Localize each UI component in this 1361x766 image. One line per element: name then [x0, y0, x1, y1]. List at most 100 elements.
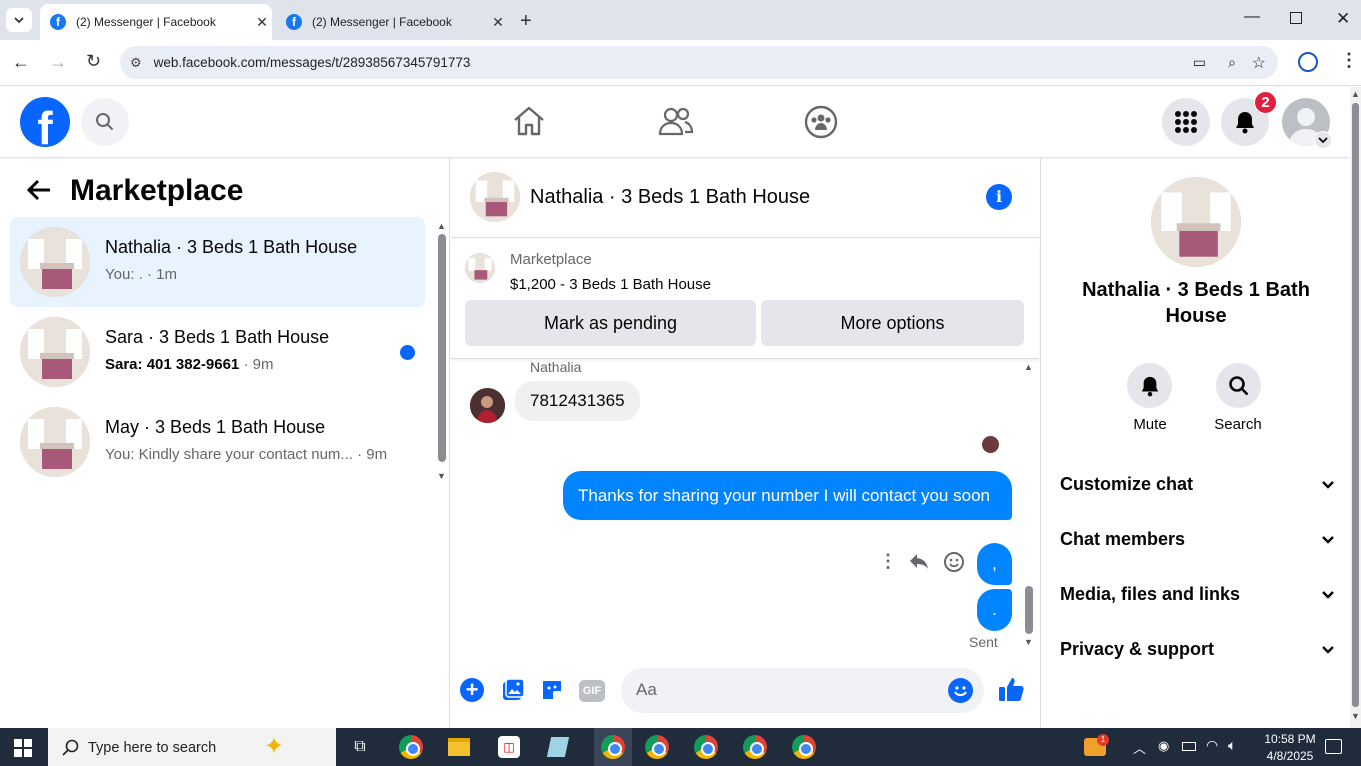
url-text[interactable]: web.facebook.com/messages/t/289385673457…	[154, 55, 471, 70]
notes-app-icon[interactable]	[544, 734, 572, 760]
chrome-taskbar-icon[interactable]	[643, 734, 671, 760]
sticker-icon[interactable]	[540, 678, 564, 702]
search-facebook-button[interactable]	[81, 98, 129, 146]
conversation-list-panel: Marketplace Nathalia · 3 Beds 1 Bath Hou…	[0, 158, 450, 728]
unread-dot	[400, 345, 415, 360]
search-in-chat-button[interactable]	[1216, 363, 1261, 408]
conversation-preview: Sara: 401 382-9661 · 9m	[105, 356, 273, 373]
pdf-app-icon[interactable]: ◫	[495, 734, 523, 760]
file-explorer-icon[interactable]	[445, 734, 473, 760]
notification-center-icon[interactable]	[1325, 739, 1342, 754]
conversation-scrollbar[interactable]	[438, 234, 446, 462]
show-hidden-icons-icon[interactable]: ︿	[1133, 738, 1146, 757]
chrome-taskbar-icon[interactable]	[692, 734, 720, 760]
more-options-button[interactable]: More options	[761, 300, 1024, 346]
task-view-icon[interactable]: ⧉	[346, 734, 374, 760]
windows-taskbar: Type here to search ✦ ⧉ ◫ 1 ︿ ◉ ◠ 🔈︎ 10:…	[0, 728, 1361, 766]
message-more-icon[interactable]: ⋮	[879, 551, 897, 572]
browser-tab[interactable]: f (2) Messenger | Facebook ✕	[276, 4, 508, 40]
browser-menu-icon[interactable]: ⋮	[1340, 50, 1358, 71]
customize-chat-section[interactable]: Customize chat	[1060, 474, 1335, 495]
menu-grid-button[interactable]	[1162, 98, 1210, 146]
chrome-taskbar-icon[interactable]	[397, 734, 425, 760]
chat-avatar[interactable]	[470, 172, 520, 222]
listing-card: Marketplace $1,200 - 3 Beds 1 Bath House…	[451, 239, 1039, 359]
emoji-icon[interactable]	[948, 678, 973, 703]
install-app-icon[interactable]: ▭	[1193, 54, 1206, 71]
home-nav-icon[interactable]	[512, 105, 546, 137]
page-scrollbar-thumb[interactable]	[1352, 103, 1359, 707]
info-icon[interactable]: i	[986, 184, 1012, 210]
chat-scrollbar-up[interactable]: ▲	[1024, 362, 1033, 372]
chat-title[interactable]: Nathalia · 3 Beds 1 Bath House	[530, 186, 810, 209]
chrome-taskbar-icon[interactable]	[790, 734, 818, 760]
site-settings-icon[interactable]: ⚙	[130, 55, 142, 71]
outgoing-message-bubble[interactable]: Thanks for sharing your number I will co…	[563, 471, 1012, 520]
page-scrollbar[interactable]: ▲ ▼	[1350, 87, 1361, 728]
page-scrollbar-up[interactable]: ▲	[1351, 89, 1360, 99]
listing-small-thumbnail[interactable]	[465, 253, 495, 283]
mark-as-pending-button[interactable]: Mark as pending	[465, 300, 756, 346]
profile-icon[interactable]	[1298, 52, 1318, 72]
chat-members-section[interactable]: Chat members	[1060, 529, 1335, 550]
groups-nav-icon[interactable]	[804, 105, 838, 139]
add-more-icon[interactable]: +	[460, 678, 484, 702]
browser-tab-active[interactable]: f (2) Messenger | Facebook ✕	[40, 4, 272, 40]
wifi-icon[interactable]: ◠	[1206, 737, 1218, 754]
conversation-item[interactable]: May · 3 Beds 1 Bath House You: Kindly sh…	[10, 397, 425, 487]
battery-icon[interactable]	[1182, 742, 1196, 751]
minimize-window-icon[interactable]: —	[1244, 8, 1260, 26]
conversation-item[interactable]: Sara · 3 Beds 1 Bath House Sara: 401 382…	[10, 307, 425, 397]
chrome-taskbar-icon[interactable]	[741, 734, 769, 760]
facebook-favicon-icon: f	[286, 14, 302, 30]
forward-icon[interactable]: →	[49, 52, 67, 73]
scrollbar-down-arrow[interactable]: ▼	[437, 471, 446, 481]
back-arrow-icon[interactable]	[26, 178, 52, 202]
weather-badge: 1	[1097, 734, 1109, 746]
restore-window-icon[interactable]	[1290, 12, 1302, 24]
privacy-support-section[interactable]: Privacy & support	[1060, 639, 1335, 660]
chrome-taskbar-icon[interactable]	[594, 728, 632, 766]
close-window-icon[interactable]: ✕	[1336, 9, 1350, 29]
address-bar[interactable]: ⚙ web.facebook.com/messages/t/2893856734…	[120, 46, 1278, 79]
listing-thumbnail	[20, 407, 90, 477]
facebook-logo-icon[interactable]: f	[20, 97, 70, 147]
close-tab-icon[interactable]: ✕	[488, 14, 508, 31]
tab-search-button[interactable]	[6, 8, 32, 32]
sender-avatar[interactable]	[470, 388, 505, 423]
thumbs-up-icon[interactable]	[997, 676, 1025, 704]
react-emoji-icon[interactable]	[943, 551, 965, 573]
mute-button[interactable]	[1127, 363, 1172, 408]
clock-date[interactable]: 4/8/2025	[1258, 749, 1322, 763]
message-input[interactable]: Aa	[621, 668, 984, 713]
outgoing-message-bubble[interactable]: .	[977, 589, 1012, 631]
close-tab-icon[interactable]: ✕	[252, 14, 272, 31]
reload-icon[interactable]: ↻	[86, 51, 101, 72]
taskbar-search-box[interactable]: Type here to search ✦	[48, 728, 336, 766]
listing-price-title[interactable]: $1,200 - 3 Beds 1 Bath House	[510, 276, 711, 293]
account-chevron-icon[interactable]	[1314, 131, 1332, 149]
meet-now-icon[interactable]: ◉	[1158, 738, 1169, 754]
zoom-icon[interactable]: ⌕	[1228, 54, 1236, 71]
attach-photo-icon[interactable]	[501, 678, 525, 702]
bookmark-star-icon[interactable]: ☆	[1252, 53, 1266, 73]
reply-icon[interactable]	[908, 551, 930, 571]
incoming-message-bubble[interactable]: 7812431365	[515, 381, 640, 421]
page-scrollbar-down[interactable]: ▼	[1351, 711, 1360, 721]
outgoing-message-bubble[interactable]: ,	[977, 543, 1012, 585]
new-tab-button[interactable]: +	[520, 10, 532, 33]
section-label: Media, files and links	[1060, 584, 1241, 604]
chat-scrollbar[interactable]	[1025, 586, 1033, 634]
back-icon[interactable]: ←	[12, 52, 30, 73]
read-receipt-avatar	[982, 436, 999, 453]
gif-icon[interactable]: GIF	[579, 680, 605, 702]
media-files-links-section[interactable]: Media, files and links	[1060, 584, 1335, 605]
volume-icon[interactable]: 🔈︎	[1228, 737, 1236, 754]
search-icon	[96, 113, 114, 131]
conversation-item[interactable]: Nathalia · 3 Beds 1 Bath House You: . · …	[10, 217, 425, 307]
friends-nav-icon[interactable]	[658, 105, 694, 137]
scrollbar-up-arrow[interactable]: ▲	[437, 221, 446, 231]
clock-time[interactable]: 10:58 PM	[1258, 732, 1322, 746]
chat-scrollbar-down[interactable]: ▼	[1024, 637, 1033, 647]
windows-start-icon[interactable]	[14, 739, 32, 757]
